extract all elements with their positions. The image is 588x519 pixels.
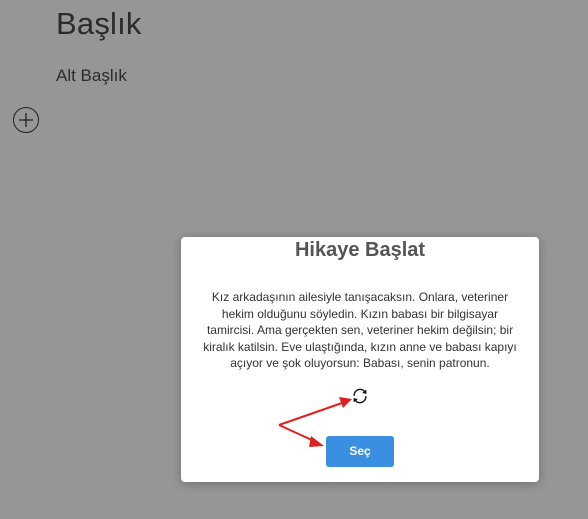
story-start-dialog: Hikaye Başlat Kız arkadaşının ailesiyle … — [181, 237, 539, 482]
story-description: Kız arkadaşının ailesiyle tanışacaksın. … — [203, 290, 517, 370]
select-button[interactable]: Seç — [326, 436, 394, 467]
dialog-title: Hikaye Başlat — [294, 239, 426, 261]
refresh-icon[interactable] — [351, 387, 369, 405]
